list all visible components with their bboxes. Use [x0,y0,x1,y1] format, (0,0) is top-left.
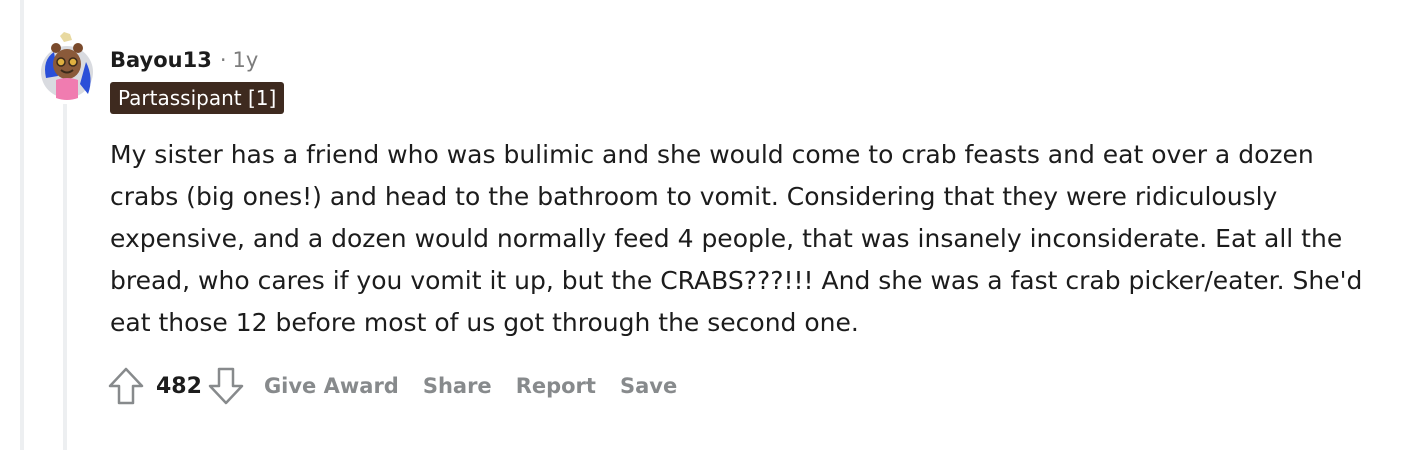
thread-line-comment[interactable] [63,104,67,450]
username-link[interactable]: Bayou13 [110,48,212,72]
user-avatar-icon[interactable] [40,32,94,104]
vote-score: 482 [156,373,202,399]
downvote-arrow-icon[interactable] [204,364,248,408]
comment-action-bar: 482 Give Award Share Report Save [104,364,677,408]
comment-meta: Bayou13 · 1y [110,46,258,74]
report-button[interactable]: Report [516,374,596,398]
give-award-button[interactable]: Give Award [264,374,399,398]
flair-label: Partassipant [1] [118,86,277,110]
meta-separator: · [219,48,227,72]
save-button[interactable]: Save [620,374,677,398]
user-flair-badge: Partassipant [1] [110,82,285,114]
comment-timestamp[interactable]: 1y [233,48,259,72]
upvote-arrow-icon[interactable] [104,364,148,408]
comment-body: My sister has a friend who was bulimic a… [110,134,1380,344]
comment-text: My sister has a friend who was bulimic a… [110,140,1363,337]
share-button[interactable]: Share [423,374,492,398]
thread-line-outer[interactable] [20,0,24,450]
